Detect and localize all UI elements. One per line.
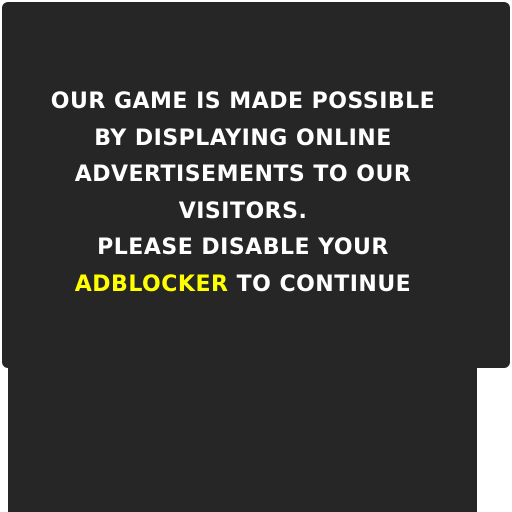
adblocker-highlight: ADBLOCKER: [74, 271, 229, 297]
continue-text: TO CONTINUE: [228, 271, 412, 297]
adblock-message: OUR GAME IS MADE POSSIBLE BY DISPLAYING …: [2, 84, 484, 303]
message-line-5: PLEASE DISABLE YOUR: [97, 235, 389, 260]
message-line-4: VISITORS.: [178, 198, 308, 224]
message-line-2: BY DISPLAYING ONLINE: [94, 125, 392, 151]
adblock-overlay: OUR GAME IS MADE POSSIBLE BY DISPLAYING …: [0, 0, 512, 512]
message-line-6: ADBLOCKER TO CONTINUE: [2, 267, 484, 304]
notice-panel-extension: [8, 360, 477, 512]
message-line-1: OUR GAME IS MADE POSSIBLE: [50, 89, 436, 114]
message-line-3: ADVERTISEMENTS TO OUR: [74, 162, 412, 187]
